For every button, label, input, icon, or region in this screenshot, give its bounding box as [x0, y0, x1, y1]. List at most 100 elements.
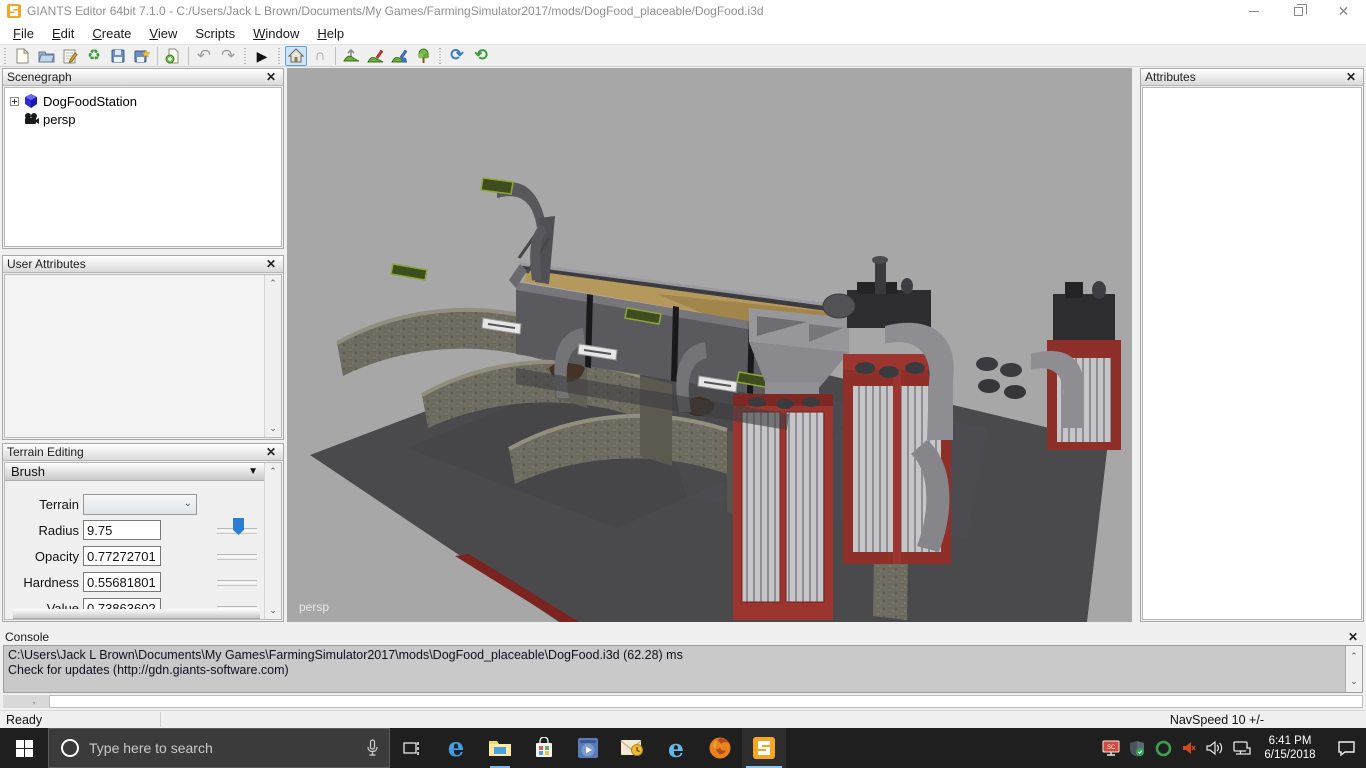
- taskbar-app-file-explorer[interactable]: [478, 728, 522, 768]
- terrain-editing-titlebar[interactable]: Terrain Editing ✕: [3, 444, 283, 461]
- taskbar-app-internet-explorer[interactable]: e: [654, 728, 698, 768]
- brush-section-header[interactable]: Brush ▼: [5, 463, 264, 481]
- next-section-header[interactable]: [13, 609, 260, 619]
- reload-button[interactable]: ♻: [83, 46, 105, 66]
- terrain-select[interactable]: ⌄: [83, 494, 197, 515]
- terrain-sculpt-button[interactable]: [340, 46, 362, 66]
- terrain-paint-icon: [367, 48, 384, 64]
- taskbar-clock[interactable]: 6:41 PM 6/15/2018: [1254, 734, 1326, 762]
- console-output[interactable]: C:\Users\Jack L Brown\Documents\My Games…: [3, 645, 1363, 693]
- console-prompt: ‚: [3, 695, 49, 708]
- scroll-down-icon[interactable]: ⌄: [1350, 671, 1358, 692]
- scenegraph-close-icon[interactable]: ✕: [263, 71, 279, 83]
- hardness-input[interactable]: [83, 572, 161, 592]
- menu-help[interactable]: Help: [308, 24, 353, 43]
- add-tree-button[interactable]: [412, 46, 434, 66]
- open-file-button[interactable]: [35, 46, 57, 66]
- toolbar-grip[interactable]: [242, 48, 248, 64]
- user-attributes-titlebar[interactable]: User Attributes ✕: [3, 256, 283, 273]
- menu-edit[interactable]: Edit: [43, 24, 83, 43]
- brush-section-label: Brush: [11, 464, 45, 479]
- opacity-slider[interactable]: [217, 550, 257, 562]
- taskbar-app-store[interactable]: [522, 728, 566, 768]
- user-attributes-scrollbar[interactable]: ⌃ ⌄: [264, 275, 281, 437]
- import-add-button[interactable]: [162, 46, 184, 66]
- scroll-up-icon[interactable]: ⌃: [269, 463, 277, 480]
- terrain-editing-scrollbar[interactable]: ⌃ ⌄: [264, 463, 281, 619]
- console-close-icon[interactable]: ✕: [1345, 631, 1361, 643]
- toolbar: ♻ ↶ ↷ ▶ ∩ ⟳ ⟲: [0, 44, 1366, 67]
- scroll-up-icon[interactable]: ⌃: [269, 275, 277, 292]
- reload-shaders-button[interactable]: ⟳: [446, 46, 468, 66]
- snap-magnet-button[interactable]: ∩: [309, 46, 331, 66]
- viewport-3d[interactable]: persp: [287, 68, 1132, 622]
- task-view-button[interactable]: [390, 728, 434, 768]
- console-titlebar[interactable]: Console ✕: [0, 628, 1366, 645]
- console-command-input[interactable]: [49, 695, 1363, 708]
- snap-magnet-icon: ∩: [315, 48, 326, 63]
- scroll-up-icon[interactable]: ⌃: [1350, 646, 1358, 667]
- user-attributes-close-icon[interactable]: ✕: [263, 258, 279, 270]
- redo-button[interactable]: ↷: [217, 46, 239, 66]
- terrain-foliage-button[interactable]: [388, 46, 410, 66]
- attributes-close-icon[interactable]: ✕: [1343, 71, 1359, 83]
- taskbar-app-edge[interactable]: e: [434, 728, 478, 768]
- taskbar-app-firefox[interactable]: [698, 728, 742, 768]
- taskbar-search[interactable]: Type here to search: [48, 728, 390, 768]
- undo-button[interactable]: ↶: [193, 46, 215, 66]
- frame-home-button[interactable]: [285, 46, 307, 66]
- scroll-down-icon[interactable]: ⌄: [269, 420, 277, 437]
- minimize-icon: [1249, 11, 1259, 12]
- taskbar-app-mail[interactable]: [610, 728, 654, 768]
- expand-icon[interactable]: [10, 97, 19, 106]
- opacity-input[interactable]: [83, 546, 161, 566]
- windows-taskbar: Type here to search e e SC: [0, 728, 1366, 768]
- tree-node-persp[interactable]: persp: [7, 110, 279, 128]
- tray-network-icon[interactable]: [1228, 728, 1254, 768]
- play-button[interactable]: ▶: [251, 46, 273, 66]
- scenegraph-panel-titlebar[interactable]: Scenegraph ✕: [3, 69, 283, 86]
- tray-speaker-red-icon[interactable]: [1176, 728, 1202, 768]
- tray-defender-icon[interactable]: [1124, 728, 1150, 768]
- toolbar-grip[interactable]: [276, 48, 282, 64]
- scroll-down-icon[interactable]: ⌄: [269, 602, 277, 619]
- menu-view[interactable]: View: [140, 24, 186, 43]
- reload-scripts-button[interactable]: ⟲: [470, 46, 492, 66]
- toolbar-grip[interactable]: [2, 48, 8, 64]
- viewport-camera-label: persp: [299, 600, 329, 614]
- tray-sc-monitor-icon[interactable]: SC: [1098, 728, 1124, 768]
- hardness-slider[interactable]: [217, 576, 257, 588]
- tray-green-ring-icon[interactable]: [1150, 728, 1176, 768]
- new-file-button[interactable]: [11, 46, 33, 66]
- toolbar-grip[interactable]: [437, 48, 443, 64]
- start-button[interactable]: [0, 728, 48, 768]
- microphone-icon[interactable]: [366, 739, 379, 757]
- restore-button[interactable]: [1276, 0, 1321, 22]
- terrain-editing-close-icon[interactable]: ✕: [263, 446, 279, 458]
- edit-notepad-button[interactable]: [59, 46, 81, 66]
- redo-icon: ↷: [221, 47, 235, 64]
- action-center-button[interactable]: [1326, 740, 1366, 757]
- taskbar-app-giants-editor[interactable]: [742, 728, 786, 768]
- menu-file[interactable]: File: [4, 24, 43, 43]
- minimize-button[interactable]: [1231, 0, 1276, 22]
- menu-create[interactable]: Create: [83, 24, 140, 43]
- clock-time: 6:41 PM: [1258, 734, 1322, 748]
- export-button[interactable]: [131, 46, 153, 66]
- radius-input[interactable]: [83, 520, 161, 540]
- menu-scripts[interactable]: Scripts: [186, 24, 244, 43]
- tray-volume-icon[interactable]: [1202, 728, 1228, 768]
- close-button[interactable]: ✕: [1321, 0, 1366, 22]
- radius-slider[interactable]: [217, 524, 257, 536]
- terrain-paint-button[interactable]: [364, 46, 386, 66]
- console-scrollbar[interactable]: ⌃ ⌄: [1345, 646, 1362, 692]
- attributes-titlebar[interactable]: Attributes ✕: [1141, 69, 1363, 86]
- microsoft-store-icon: [534, 737, 554, 759]
- nav-speed-text: NavSpeed 10 +/-: [1170, 713, 1264, 727]
- menu-window[interactable]: Window: [244, 24, 308, 43]
- terrain-sculpt-icon: [343, 48, 360, 64]
- taskbar-app-movies-tv[interactable]: [566, 728, 610, 768]
- scenegraph-panel: Scenegraph ✕ DogFoodStation persp: [2, 68, 284, 249]
- tree-node-dogfoodstation[interactable]: DogFoodStation: [7, 92, 279, 110]
- save-button[interactable]: [107, 46, 129, 66]
